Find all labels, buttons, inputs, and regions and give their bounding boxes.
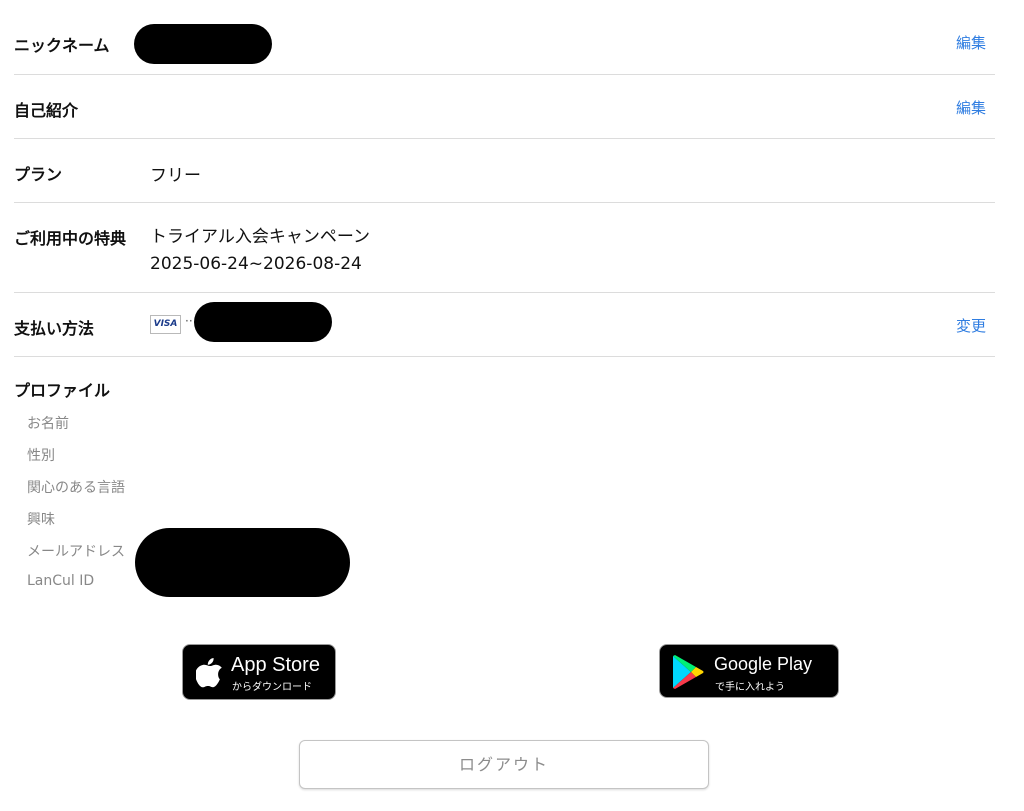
- google-play-icon: [673, 655, 704, 689]
- app-store-sub: からダウンロード: [232, 682, 312, 693]
- edit-nickname-link[interactable]: 編集: [956, 32, 986, 53]
- benefit-row: ご利用中の特典 トライアル入会キャンペーン 2025-06-24~2026-08…: [14, 203, 995, 293]
- plan-row: プラン フリー: [14, 139, 995, 203]
- nickname-label: ニックネーム: [14, 36, 110, 55]
- redacted-profile-values: [135, 528, 350, 597]
- plan-label: プラン: [14, 165, 63, 184]
- google-play-sub: で手に入れよう: [715, 682, 785, 693]
- logout-button[interactable]: ログアウト: [299, 740, 709, 789]
- app-store-label: App Store: [231, 654, 320, 676]
- apple-icon: [196, 658, 222, 688]
- redacted-nickname: [134, 24, 272, 64]
- card-number-dots: ··: [185, 314, 193, 328]
- plan-value: フリー: [150, 166, 201, 186]
- payment-row: 支払い方法 VISA ·· 変更: [14, 293, 995, 357]
- google-play-label: Google Play: [714, 654, 813, 674]
- visa-card-icon: VISA: [150, 315, 181, 334]
- profile-field-lancul-id: LanCul ID: [27, 573, 95, 589]
- change-payment-link[interactable]: 変更: [956, 315, 986, 336]
- edit-intro-link[interactable]: 編集: [956, 97, 986, 118]
- profile-field-languages: 関心のある言語: [27, 480, 125, 496]
- redacted-card-number: [194, 302, 332, 342]
- app-store-badge[interactable]: App Store からダウンロード: [182, 644, 336, 700]
- intro-label: 自己紹介: [14, 101, 79, 120]
- profile-field-email: メールアドレス: [27, 544, 125, 560]
- intro-row: 自己紹介 編集: [14, 75, 995, 139]
- profile-field-gender: 性別: [27, 448, 55, 464]
- nickname-row: ニックネーム 編集: [14, 10, 995, 75]
- profile-title: プロファイル: [14, 381, 111, 400]
- payment-label: 支払い方法: [14, 319, 95, 338]
- benefit-label: ご利用中の特典: [14, 229, 127, 248]
- benefit-name: トライアル入会キャンペーン: [150, 227, 370, 247]
- benefit-period: 2025-06-24~2026-08-24: [150, 254, 362, 274]
- profile-field-interests: 興味: [27, 512, 55, 528]
- benefit-value: トライアル入会キャンペーン 2025-06-24~2026-08-24: [150, 224, 370, 278]
- google-play-badge[interactable]: Google Play で手に入れよう: [659, 644, 839, 698]
- profile-field-name: お名前: [27, 416, 69, 432]
